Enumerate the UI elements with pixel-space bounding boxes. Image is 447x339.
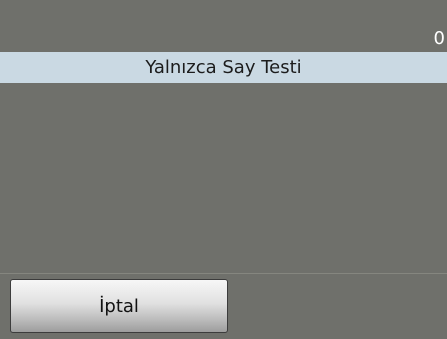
count-value: 0 [433,28,445,49]
cancel-button[interactable]: İptal [10,279,228,333]
page-title: Yalnızca Say Testi [145,57,302,78]
count-only-test-screen: 0 Yalnızca Say Testi İptal [0,0,447,339]
cancel-button-label: İptal [99,295,139,317]
counter-area: 0 [0,0,447,52]
main-content-area [0,83,447,273]
title-bar: Yalnızca Say Testi [0,52,447,83]
footer-bar: İptal [0,274,447,339]
